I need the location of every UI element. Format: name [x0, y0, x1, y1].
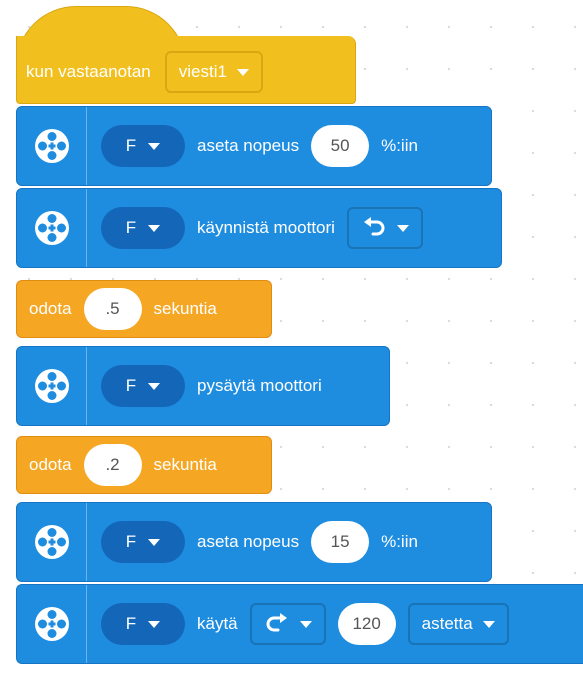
motor-icon	[17, 503, 87, 581]
direction-dropdown[interactable]	[249, 603, 326, 645]
stop-motor-block[interactable]: F pysäytä moottori	[16, 346, 390, 426]
speed-input[interactable]: 15	[311, 521, 370, 563]
degrees-input[interactable]: 120	[337, 603, 396, 645]
block-text: pysäytä moottori	[197, 376, 322, 395]
wait-seconds-input[interactable]: .2	[83, 444, 142, 486]
set-speed-block[interactable]: F aseta nopeus 15 %:iin	[16, 502, 492, 582]
motor-icon	[17, 585, 87, 663]
wait-block[interactable]: odota .5 sekuntia	[16, 280, 272, 338]
block-text: aseta nopeus	[197, 532, 300, 551]
wait-prefix: odota	[29, 299, 72, 318]
wait-suffix: sekuntia	[153, 455, 217, 474]
direction-dropdown[interactable]	[346, 207, 423, 249]
chevron-down-icon	[299, 620, 312, 628]
block-text: aseta nopeus	[197, 136, 300, 155]
port-value: F	[125, 136, 137, 155]
port-value: F	[125, 376, 137, 395]
motor-icon	[17, 347, 87, 425]
wait-block[interactable]: odota .2 sekuntia	[16, 436, 272, 494]
chevron-down-icon	[148, 382, 161, 390]
port-value: F	[125, 218, 137, 237]
port-value: F	[125, 532, 137, 551]
port-dropdown[interactable]: F	[101, 521, 185, 563]
motor-icon	[17, 189, 87, 267]
block-suffix: %:iin	[381, 532, 418, 551]
message-dropdown-value: viesti1	[178, 62, 227, 81]
unit-dropdown[interactable]: astetta	[407, 603, 509, 645]
chevron-down-icon	[148, 142, 161, 150]
chevron-down-icon	[236, 68, 249, 76]
chevron-down-icon	[482, 620, 495, 628]
run-motor-degrees-block[interactable]: F käytä 120 astetta	[16, 584, 583, 664]
hat-block-label: kun vastaanotan	[26, 62, 151, 81]
chevron-down-icon	[148, 538, 161, 546]
chevron-down-icon	[148, 620, 161, 628]
block-suffix: %:iin	[381, 136, 418, 155]
speed-input[interactable]: 50	[311, 125, 370, 167]
chevron-down-icon	[396, 224, 409, 232]
block-text: käytä	[197, 614, 238, 633]
wait-suffix: sekuntia	[153, 299, 217, 318]
counterclockwise-arrow-icon	[363, 217, 385, 236]
port-dropdown[interactable]: F	[101, 365, 185, 407]
start-motor-block[interactable]: F käynnistä moottori	[16, 188, 502, 268]
wait-prefix: odota	[29, 455, 72, 474]
chevron-down-icon	[148, 224, 161, 232]
port-value: F	[125, 614, 137, 633]
unit-value: astetta	[421, 614, 473, 633]
block-text: käynnistä moottori	[197, 218, 335, 237]
clockwise-arrow-icon	[266, 613, 287, 632]
message-dropdown[interactable]: viesti1	[164, 51, 263, 93]
set-speed-block[interactable]: F aseta nopeus 50 %:iin	[16, 106, 492, 186]
port-dropdown[interactable]: F	[101, 125, 185, 167]
port-dropdown[interactable]: F	[101, 603, 185, 645]
wait-seconds-input[interactable]: .5	[83, 288, 142, 330]
port-dropdown[interactable]: F	[101, 207, 185, 249]
motor-icon	[17, 107, 87, 185]
